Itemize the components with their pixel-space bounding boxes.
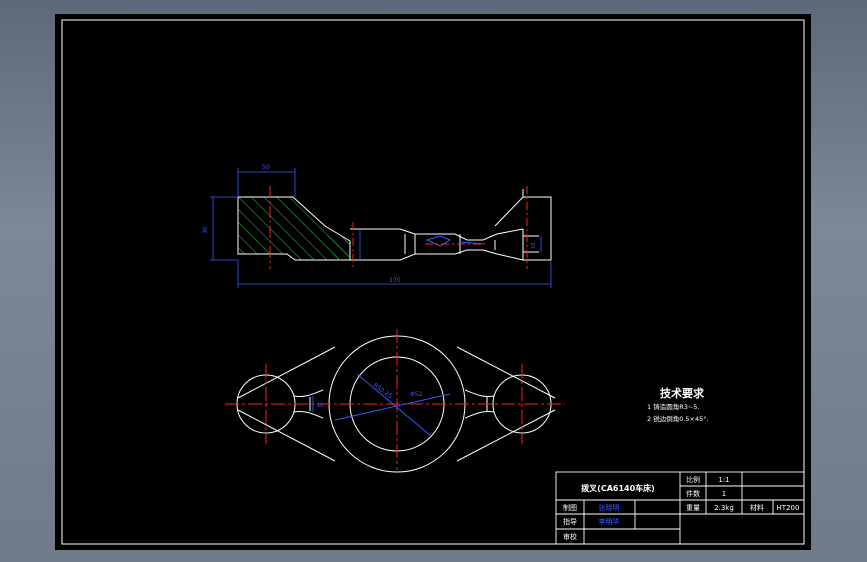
tb-material-value: HT200 [777,504,800,512]
tech-req-title: 技术要求 [660,386,705,400]
tb-weight-value: 2.3kg [714,504,734,512]
tb-drawn-label: 制图 [563,503,577,512]
tb-part-name: 拨叉(CA6140车床) [581,483,655,493]
technical-requirements: 技术要求 1 铸造圆角R3~5. 2 锐边倒角0.5×45°. [647,386,709,423]
tb-review-label: 审校 [563,532,577,541]
drawing-canvas[interactable]: 50 30 170 10 R50.25 Φ52 10 技术要求 1 铸造圆角R3… [55,14,811,550]
front-section-view: 50 30 170 10 [202,164,552,288]
tb-scale-value: 1:1 [718,476,729,484]
plan-dim-neck: 10 [317,403,323,409]
tb-guide-label: 指导 [563,517,577,526]
drawing-frame [61,19,805,545]
front-dim-bottom: 170 [389,277,401,284]
tb-guide-name: 李明华 [599,517,620,526]
tb-material-label: 材料 [750,503,764,512]
right-boss [494,196,552,261]
title-block [555,471,805,545]
front-dim-top: 50 [262,164,270,171]
front-dim-left: 30 [202,226,209,234]
plan-centerlines [225,329,565,470]
tb-quantity-label: 件数 [686,489,700,498]
front-dim-slot: 10 [531,243,537,249]
plan-dim-inner: Φ52 [410,391,423,398]
plan-dim-radius: R50.25 [372,382,394,400]
tech-req-item1: 1 铸造圆角R3~5. [647,402,700,411]
tb-scale-label: 比例 [686,475,700,484]
tech-req-item2: 2 锐边倒角0.5×45°. [647,414,709,423]
plan-dimensions [312,373,451,437]
tb-weight-label: 重量 [686,504,700,512]
tb-drawn-name: 张晓明 [599,503,620,512]
cad-viewport[interactable]: 50 30 170 10 R50.25 Φ52 10 技术要求 1 铸造圆角R3… [55,14,811,550]
tb-quantity-value: 1 [722,490,726,498]
